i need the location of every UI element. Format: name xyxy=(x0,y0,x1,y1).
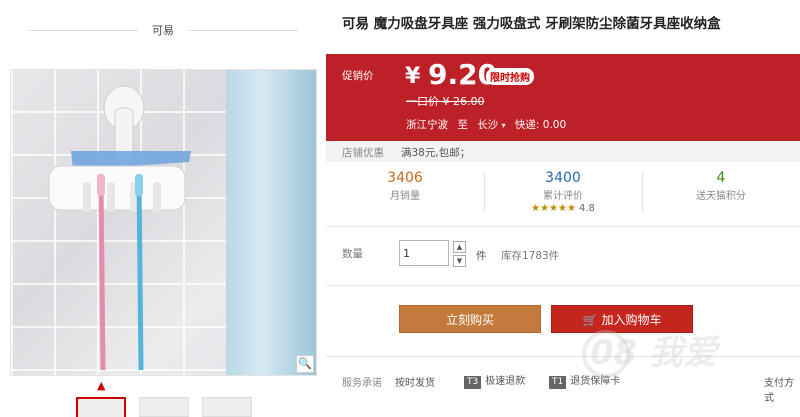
stat-desc: 月销量 xyxy=(390,191,420,202)
service-label: 服务承诺 xyxy=(342,378,382,389)
promo-price-label: 促销价 xyxy=(342,70,374,82)
stat-desc: 送天猫积分 xyxy=(696,191,746,202)
buy-now-button[interactable]: 立刻购买 xyxy=(399,305,541,333)
divider xyxy=(326,356,800,357)
stats-row: 3406 月销量 3400 累计评价 ★★★★★ 4.8 4 送天猫积分 xyxy=(326,168,800,220)
promo-label: 店铺优惠 xyxy=(342,147,384,159)
quantity-unit: 件 xyxy=(476,250,487,262)
stat-points: 4 送天猫积分 xyxy=(642,168,800,220)
stat-monthly-sales: 3406 月销量 xyxy=(326,168,484,220)
stat-number: 3400 xyxy=(545,170,581,186)
original-price: 一口价 ¥ 26.00 xyxy=(406,95,485,108)
promo-value: 满38元,包邮； xyxy=(401,147,471,159)
divider xyxy=(28,29,138,31)
currency-symbol: ¥ xyxy=(405,64,421,89)
divider xyxy=(326,226,800,227)
divider xyxy=(188,29,298,31)
divider xyxy=(326,285,800,286)
stars-icon: ★★★★★ xyxy=(531,203,576,214)
stat-reviews[interactable]: 3400 累计评价 ★★★★★ 4.8 xyxy=(484,168,642,220)
service-text: 极速退款 xyxy=(485,376,526,387)
quantity-label: 数量 xyxy=(342,248,363,260)
product-gallery: 可易 🔍 ▲ xyxy=(0,0,325,417)
thumbnail[interactable] xyxy=(139,397,189,417)
stock-count: 库存1783件 xyxy=(501,250,560,262)
decrement-button[interactable]: ▼ xyxy=(453,255,466,267)
thumbnail[interactable] xyxy=(202,397,252,417)
brand-name[interactable]: 可易 xyxy=(138,22,188,38)
service-text: 退货保障卡 xyxy=(570,376,621,387)
store-promotion: 店铺优惠 满38元,包邮； xyxy=(326,141,800,162)
stat-number: 4 xyxy=(716,170,726,186)
shipping-fee: 快递: 0.00 xyxy=(514,119,567,131)
ship-to-word: 至 xyxy=(457,119,468,131)
stat-desc: 累计评价 xyxy=(543,191,583,202)
service-promises: 服务承诺 按时发货 T3 极速退款 T1 退货保障卡 支付方式 xyxy=(326,372,800,404)
product-detail: 可易 魔力吸盘牙具座 强力吸盘式 牙刷架防尘除菌牙具座收纳盒 促销价 ¥ 9.2… xyxy=(326,0,800,410)
quantity-input[interactable] xyxy=(399,240,449,266)
shipping-info: 浙江宁波 至 长沙 ▾ 快递: 0.00 xyxy=(406,117,566,132)
ship-to-select[interactable]: 长沙 ▾ xyxy=(477,119,509,131)
toothbrush-holder-illustration xyxy=(48,85,191,371)
chevron-up-icon: ▲ xyxy=(97,379,106,392)
increment-button[interactable]: ▲ xyxy=(453,241,466,253)
service-item[interactable]: T3 极速退款 xyxy=(464,372,525,389)
flash-sale-badge: 限时抢购 xyxy=(486,68,534,85)
thumbnail[interactable] xyxy=(76,397,126,417)
t3-badge-icon: T3 xyxy=(464,376,482,389)
zoom-icon[interactable]: 🔍 xyxy=(296,355,314,373)
t1-badge-icon: T1 xyxy=(549,376,567,389)
service-item[interactable]: 按时发货 xyxy=(395,374,435,389)
watermark: 08 我爱 xyxy=(590,333,718,373)
brand-header: 可易 xyxy=(28,22,298,38)
stat-number: 3406 xyxy=(387,170,423,186)
rating-value: 4.8 xyxy=(578,203,595,214)
rating-stars: ★★★★★ 4.8 xyxy=(484,203,642,214)
ship-to: 长沙 xyxy=(477,119,499,131)
thumbnail-strip xyxy=(76,397,252,417)
price-panel: 促销价 ¥ 9.20 限时抢购 一口价 ¥ 26.00 浙江宁波 至 长沙 ▾ … xyxy=(326,54,800,141)
product-title: 可易 魔力吸盘牙具座 强力吸盘式 牙刷架防尘除菌牙具座收纳盒 xyxy=(342,16,721,32)
chevron-down-icon: ▾ xyxy=(501,121,506,130)
product-image[interactable]: 🔍 xyxy=(10,69,317,376)
ship-from: 浙江宁波 xyxy=(406,119,448,131)
payment-methods[interactable]: 支付方式 xyxy=(764,374,800,404)
